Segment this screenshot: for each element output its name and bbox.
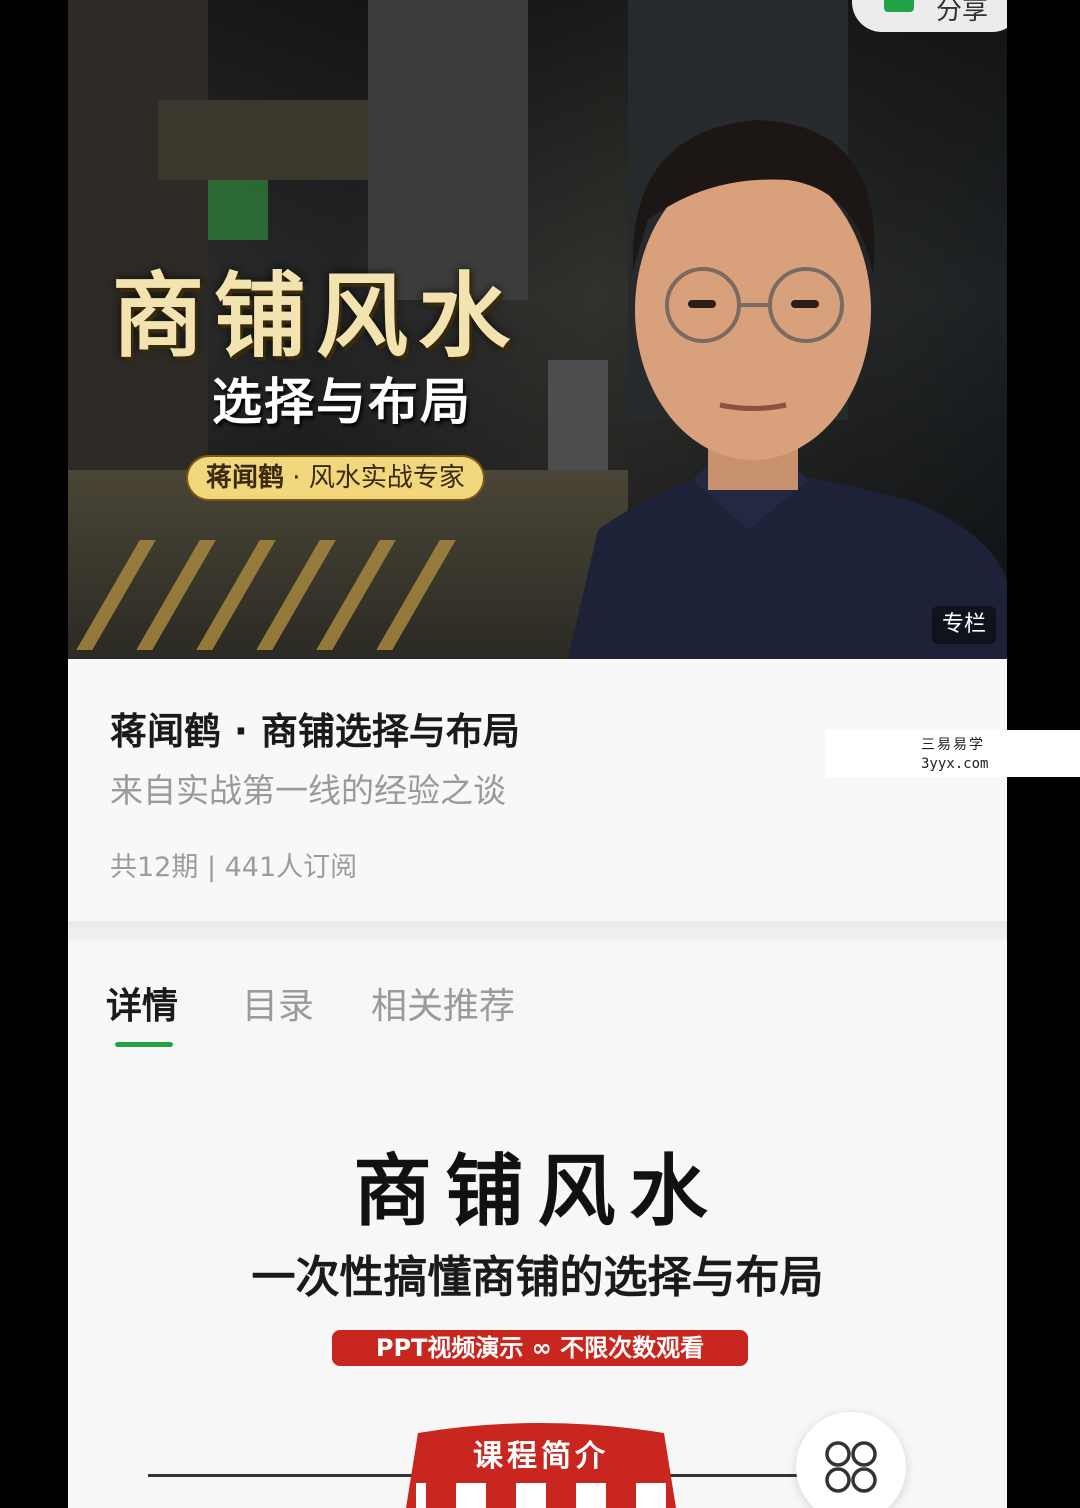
tab-details[interactable]: 详情: [106, 977, 178, 1029]
tab-recommendations[interactable]: 相关推荐: [371, 977, 515, 1029]
background-building: [208, 180, 268, 240]
author-role: 风水实战专家: [308, 463, 465, 493]
wechat-share-icon: [884, 0, 914, 12]
course-stats: 共12期 | 441人订阅: [110, 852, 358, 883]
author-name: 蒋闻鹤: [206, 463, 285, 493]
hero-banner: 分享 商铺风水 选择与布局 蒋闻鹤 · 风水实战专家 专栏: [68, 0, 1007, 659]
share-label: 分享: [936, 0, 989, 26]
page: 分享 商铺风水 选择与布局 蒋闻鹤 · 风水实战专家 专栏 蒋闻鹤 · 商铺选择…: [0, 0, 1080, 1508]
author-pill: 蒋闻鹤 · 风水实战专家: [188, 457, 483, 499]
author-portrait: [568, 120, 1007, 659]
background-building: [158, 100, 388, 180]
portrait-eye-left: [688, 300, 716, 308]
course-description: 来自实战第一线的经验之谈: [110, 771, 506, 810]
course-info: 蒋闻鹤 · 商铺选择与布局 来自实战第一线的经验之谈 共12期 | 441人订阅: [68, 659, 1007, 921]
tab-catalog[interactable]: 目录: [242, 977, 314, 1029]
background-building: [68, 0, 208, 470]
column-badge: 专栏: [932, 606, 996, 644]
watermark: 三易易学 3yyx.com: [825, 730, 1080, 777]
section-divider: [68, 921, 1007, 941]
active-tab-indicator: [115, 1042, 173, 1047]
hero-subtitle: 选择与布局: [212, 372, 472, 431]
detail-subtitle: 一次性搞懂商铺的选择与布局: [251, 1252, 824, 1303]
section-title: 课程简介: [473, 1439, 609, 1474]
float-menu-button[interactable]: [796, 1412, 906, 1508]
watermark-line2: 3yyx.com: [921, 756, 989, 772]
detail-title: 商铺风水: [353, 1146, 722, 1237]
portrait-eye-right: [791, 300, 819, 308]
tab-bar: 详情 目录 相关推荐: [68, 941, 1007, 1051]
share-button[interactable]: 分享: [852, 0, 1007, 32]
watermark-line1: 三易易学: [921, 737, 985, 753]
course-title: 蒋闻鹤 · 商铺选择与布局: [110, 710, 520, 753]
ppt-banner: PPT视频演示 ∞ 不限次数观看: [332, 1330, 748, 1366]
author-separator: ·: [292, 463, 301, 493]
grid-icon: [825, 1441, 877, 1493]
hero-title: 商铺风水: [112, 262, 521, 370]
